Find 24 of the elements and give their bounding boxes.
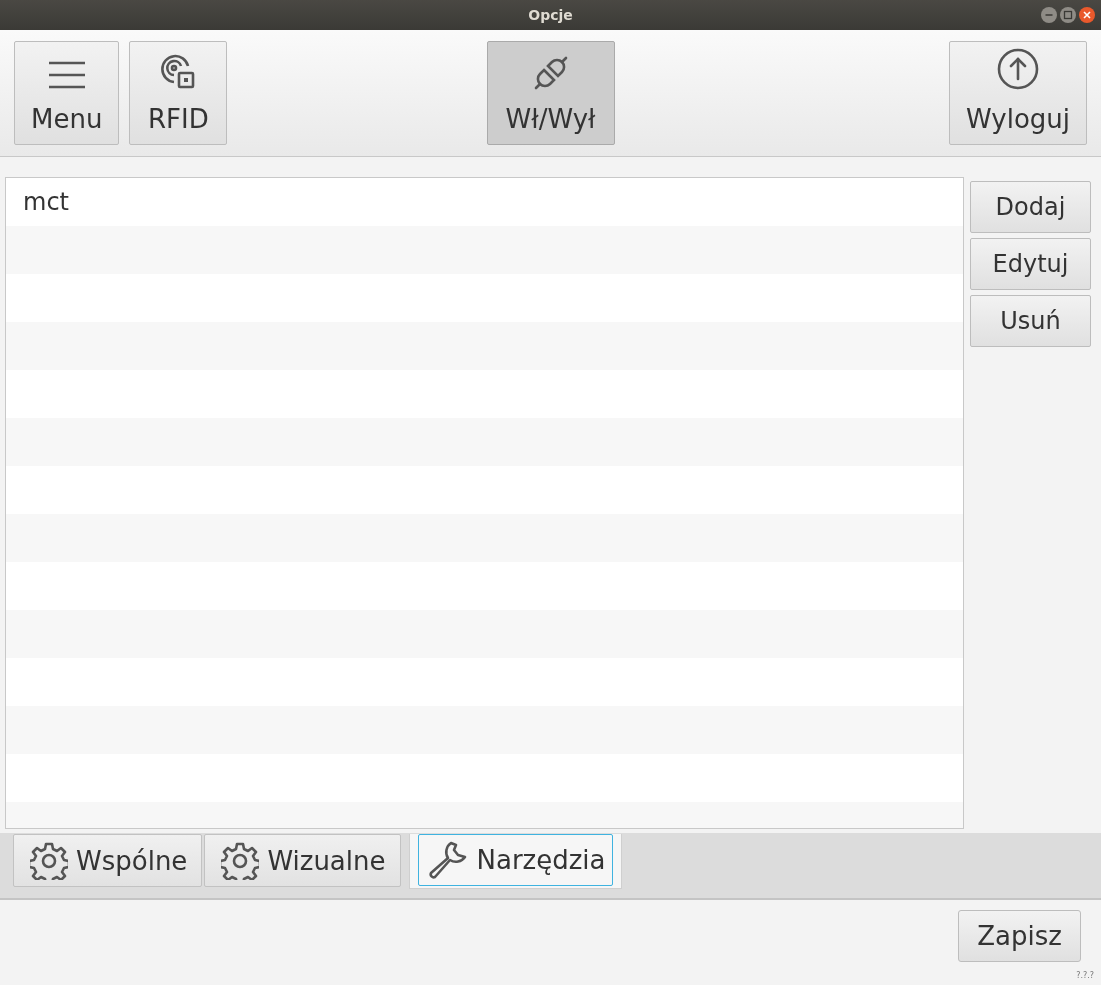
side-button[interactable]: Dodaj (970, 181, 1091, 233)
toolbar-button[interactable]: RFID (129, 41, 228, 145)
maximize-icon[interactable] (1060, 7, 1076, 23)
wrench-icon (426, 839, 469, 881)
window-title: Opcje (528, 7, 573, 23)
minimize-icon[interactable] (1041, 7, 1057, 23)
save-button[interactable]: Zapisz (958, 910, 1081, 962)
version-label: ?.?.? (1076, 971, 1094, 980)
close-icon[interactable] (1079, 7, 1095, 23)
toolbar-button[interactable]: Wł/Wył (486, 41, 615, 145)
tab[interactable]: Wspólne (13, 834, 203, 887)
rfid-icon (160, 54, 197, 90)
gear-icon (221, 841, 260, 880)
toolbar-button[interactable]: Wyloguj (949, 41, 1087, 145)
side-button[interactable]: Usuń (970, 295, 1091, 347)
list-item[interactable]: mct (6, 178, 963, 226)
side-button[interactable]: Edytuj (970, 238, 1091, 290)
plug-icon (533, 56, 568, 90)
toolbar-button[interactable]: Menu (14, 41, 120, 145)
menu-icon (47, 60, 86, 90)
tab[interactable]: Narzędzia (417, 834, 613, 886)
gear-icon (30, 841, 68, 880)
tab[interactable]: Wizualne (204, 834, 401, 887)
arrow-up-circle-icon (997, 48, 1039, 90)
